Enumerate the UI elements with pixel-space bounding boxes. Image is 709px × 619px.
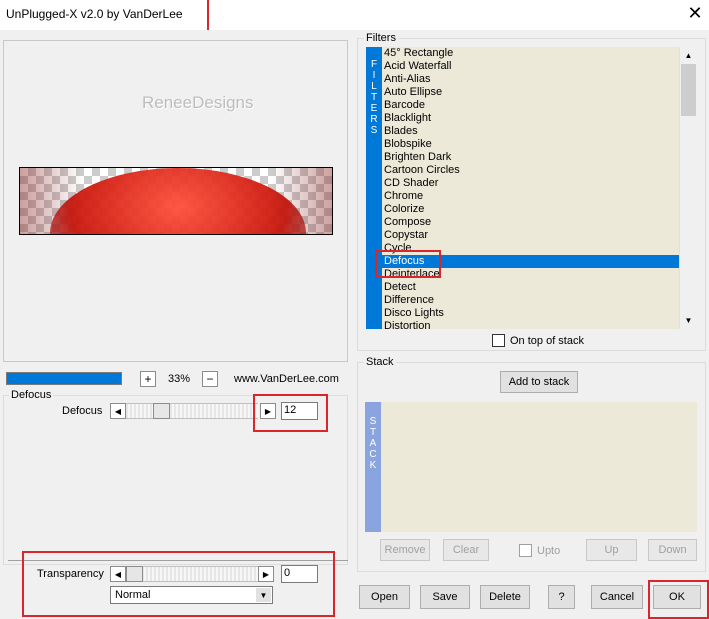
open-button[interactable]: Open [359, 585, 410, 609]
zoom-out-button[interactable]: − [202, 371, 218, 387]
preview-image [19, 167, 333, 235]
up-button[interactable]: Up [586, 539, 637, 561]
progress-bar [6, 372, 122, 385]
list-item[interactable]: Blades [382, 125, 679, 138]
list-item[interactable]: Copystar [382, 229, 679, 242]
list-item[interactable]: CD Shader [382, 177, 679, 190]
list-item[interactable]: Anti-Alias [382, 73, 679, 86]
list-item[interactable]: Difference [382, 294, 679, 307]
list-item[interactable]: Chrome [382, 190, 679, 203]
clear-button[interactable]: Clear [443, 539, 489, 561]
remove-button[interactable]: Remove [380, 539, 430, 561]
defocus-slider-track[interactable] [126, 403, 258, 419]
filters-group-label: Filters [364, 32, 398, 44]
add-to-stack-button[interactable]: Add to stack [500, 371, 578, 393]
highlight-ok [648, 580, 709, 619]
upto-checkbox[interactable] [519, 544, 532, 557]
down-button[interactable]: Down [648, 539, 697, 561]
website-link[interactable]: www.VanDerLee.com [234, 373, 339, 385]
list-item[interactable]: Auto Ellipse [382, 86, 679, 99]
on-top-checkbox[interactable] [492, 334, 505, 347]
list-item[interactable]: Distortion [382, 320, 679, 329]
stack-group-label: Stack [364, 356, 396, 368]
list-item[interactable]: Detect [382, 281, 679, 294]
list-item[interactable]: Blobspike [382, 138, 679, 151]
defocus-param-label: Defocus [62, 405, 103, 417]
upto-label: Upto [537, 545, 561, 557]
highlight-defocus-item [375, 250, 441, 278]
filters-side-label: F I L T E R S [366, 47, 382, 329]
zoom-level: 33% [168, 373, 191, 385]
highlight-defocus-value [253, 394, 328, 432]
preview-watermark: ReneeDesigns [142, 93, 254, 112]
help-button[interactable]: ? [548, 585, 575, 609]
list-item[interactable]: Acid Waterfall [382, 60, 679, 73]
defocus-group-label: Defocus [9, 389, 54, 401]
list-item[interactable]: Cartoon Circles [382, 164, 679, 177]
list-item[interactable]: Brighten Dark [382, 151, 679, 164]
stack-list[interactable] [381, 402, 697, 532]
preview-pane: ReneeDesigns [3, 40, 348, 362]
list-item[interactable]: Compose [382, 216, 679, 229]
defocus-slider-left[interactable]: ◀ [110, 403, 126, 419]
filters-scrollbar[interactable]: ▲ ▼ [679, 47, 696, 329]
list-item[interactable]: Colorize [382, 203, 679, 216]
list-item[interactable]: Barcode [382, 99, 679, 112]
cancel-button[interactable]: Cancel [591, 585, 643, 609]
stack-side-label: S T A C K [365, 402, 381, 532]
zoom-in-button[interactable]: + [140, 371, 156, 387]
list-item[interactable]: Disco Lights [382, 307, 679, 320]
on-top-label: On top of stack [510, 335, 584, 347]
filters-list[interactable]: 45° Rectangle Acid Waterfall Anti-Alias … [382, 47, 679, 329]
list-item[interactable]: Blacklight [382, 112, 679, 125]
highlight-transparency [22, 551, 335, 617]
save-button[interactable]: Save [420, 585, 470, 609]
delete-button[interactable]: Delete [480, 585, 530, 609]
close-icon[interactable]: ✕ [684, 2, 706, 24]
scroll-down-icon[interactable]: ▼ [680, 312, 697, 329]
defocus-slider-thumb[interactable] [153, 403, 170, 419]
scroll-thumb[interactable] [681, 64, 696, 116]
list-item[interactable]: 45° Rectangle [382, 47, 679, 60]
scroll-up-icon[interactable]: ▲ [680, 47, 697, 64]
